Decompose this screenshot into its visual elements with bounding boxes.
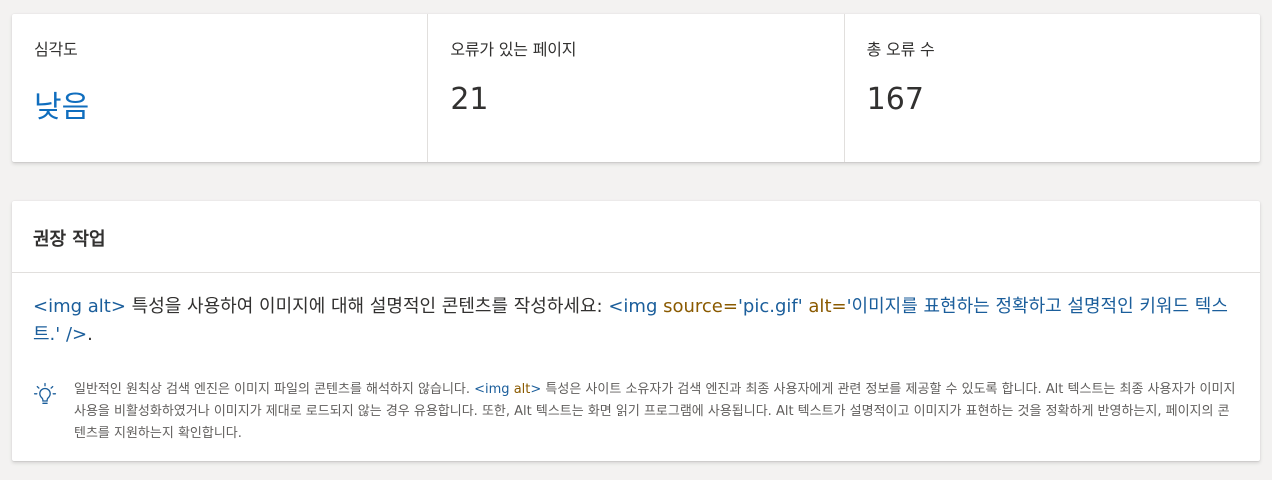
code-img-alt: <img alt> [33,296,126,317]
total-errors-value: 167 [866,82,924,117]
tip-section: 일반적인 원칙상 검색 엔진은 이미지 파일의 콘텐츠를 해석하지 않습니다. … [32,379,1240,445]
pages-with-errors-label: 오류가 있는 페이지 [450,40,577,59]
recommendation-header: 권장 작업 [12,201,1260,273]
recommendation-text: <img alt> 특성을 사용하여 이미지에 대해 설명적인 콘텐츠를 작성하… [12,273,1260,349]
severity-stat: 심각도 낮음 [12,14,429,162]
code-alt-attr: alt= [808,296,847,317]
tip-code-img: <img [474,382,514,397]
lightbulb-icon [33,382,57,404]
recommendation-text-part: 특성을 사용하여 이미지에 대해 설명적인 콘텐츠를 작성하세요: [125,296,609,317]
tip-code-close: > [530,382,542,397]
total-errors-label: 총 오류 수 [866,40,935,59]
severity-value: 낮음 [34,90,90,125]
recommendation-title: 권장 작업 [33,229,106,250]
recommendation-text-end: . [87,324,93,345]
tip-text-part: 일반적인 원칙상 검색 엔진은 이미지 파일의 콘텐츠를 해석하지 않습니다. [74,382,475,397]
pages-with-errors-stat: 오류가 있는 페이지 21 [428,14,845,162]
code-source-attr: source= [663,296,738,317]
code-img-tag: <img [608,296,664,317]
pages-with-errors-value: 21 [450,82,489,117]
tip-text: 일반적인 원칙상 검색 엔진은 이미지 파일의 콘텐츠를 해석하지 않습니다. … [74,379,1240,445]
severity-label: 심각도 [34,40,78,59]
summary-card: 심각도 낮음 오류가 있는 페이지 21 총 오류 수 167 [12,14,1260,162]
recommendation-card: 권장 작업 <img alt> 특성을 사용하여 이미지에 대해 설명적인 콘텐… [12,201,1260,461]
tip-code-alt: alt [513,382,531,397]
code-source-value: 'pic.gif' [737,296,809,317]
total-errors-stat: 총 오류 수 167 [845,14,1260,162]
